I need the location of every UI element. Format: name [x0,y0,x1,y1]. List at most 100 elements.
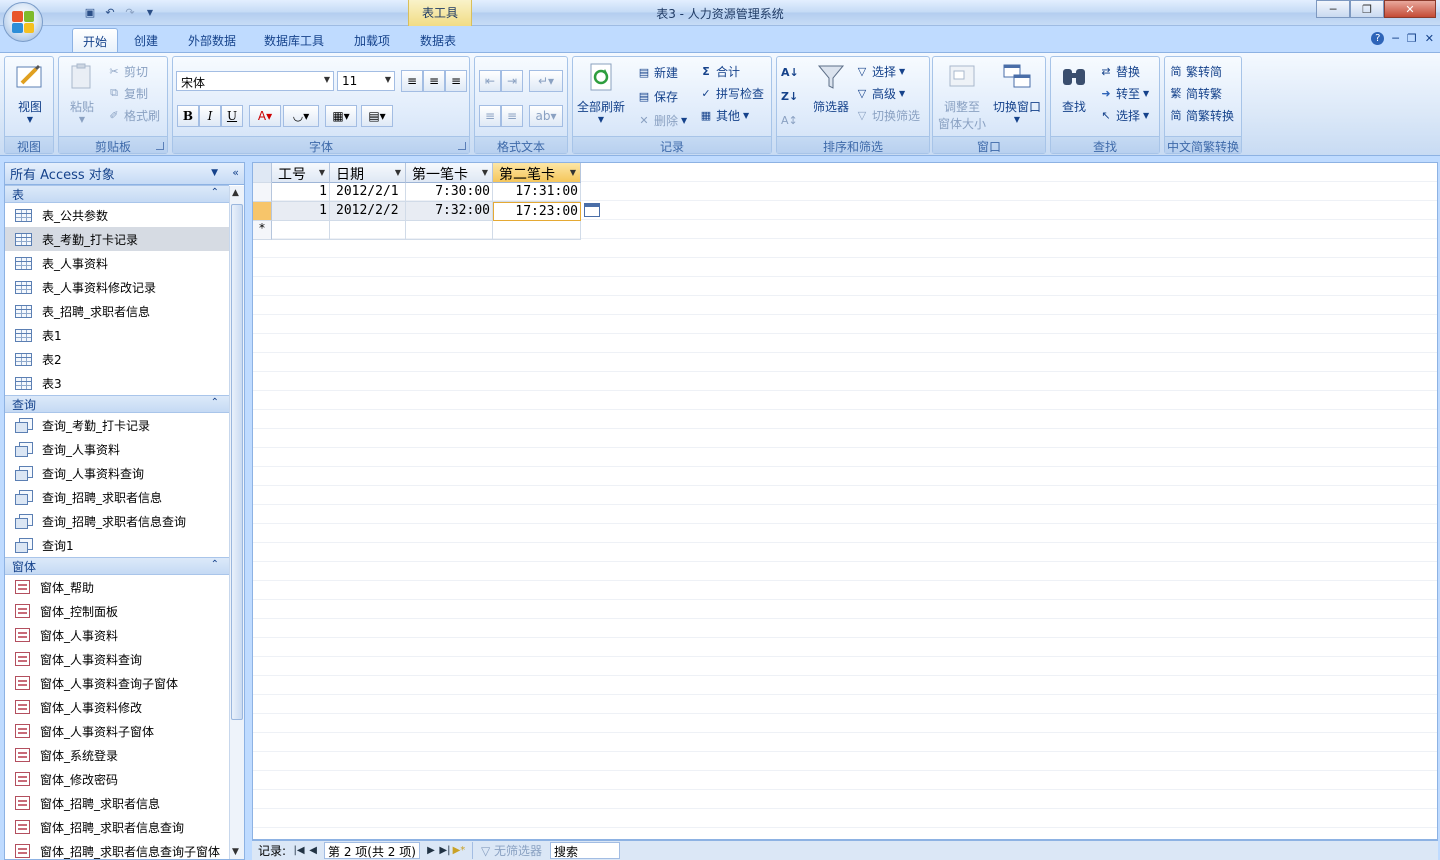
nav-item-form[interactable]: 窗体_人事资料查询 [5,647,229,671]
clipboard-launcher-icon[interactable] [156,142,164,150]
fit-to-form-button[interactable]: 调整至 窗体大小 [935,61,989,132]
paragraph-direction-button[interactable]: ↵▾ [529,70,563,92]
find-button[interactable]: 查找 [1055,61,1093,115]
convert-button[interactable]: 简简繁转换 [1169,106,1235,124]
select-all-corner[interactable] [253,163,272,183]
delete-record-button[interactable]: ✕ 删除 ▼ [637,111,687,129]
decrease-indent-button[interactable]: ⇤ [479,70,501,92]
numbering-button[interactable]: ≡ [479,105,501,127]
nav-item-query[interactable]: 查询_人事资料查询 [5,461,229,485]
sort-ascending-button[interactable]: A↓ [781,63,799,81]
font-color-button[interactable]: A▾ [249,105,281,127]
advanced-filter-button[interactable]: ▽ 高级 ▼ [855,84,905,102]
next-record-icon[interactable]: ▶ [424,845,438,856]
font-launcher-icon[interactable] [458,142,466,150]
row-selector-current[interactable] [253,202,272,221]
nav-item-table[interactable]: 表3 [5,371,229,395]
italic-button[interactable]: I [199,105,221,127]
fill-color-button[interactable]: ◡▾ [283,105,319,127]
column-header-employee-id[interactable]: 工号 ▼ [272,163,330,183]
nav-item-form[interactable]: 窗体_人事资料修改 [5,695,229,719]
nav-item-form[interactable]: 窗体_招聘_求职者信息查询 [5,815,229,839]
chevron-up-icon[interactable]: ⌃ [211,397,219,408]
scroll-down-icon[interactable]: ▼ [232,847,239,857]
cell-first-punch[interactable]: 7:30:00 [406,183,493,202]
switch-window-button[interactable]: 切换窗口 ▼ [989,61,1045,124]
chevron-down-icon[interactable]: ▼ [211,168,218,178]
new-cell[interactable] [493,221,581,240]
nav-item-query[interactable]: 查询1 [5,533,229,557]
select-button[interactable]: ↖ 选择 ▼ [1099,106,1149,124]
nav-item-table[interactable]: 表_考勤_打卡记录 [5,227,229,251]
chevron-up-icon[interactable]: ⌃ [211,559,219,570]
no-filter-indicator[interactable]: ▽ 无筛选器 [471,842,550,859]
chevron-down-icon[interactable]: ▼ [570,168,576,177]
new-record-button[interactable]: ▤ 新建 [637,63,678,81]
column-header-first-punch[interactable]: 第一笔卡 ▼ [406,163,493,183]
chevron-down-icon[interactable]: ▼ [395,168,401,177]
nav-item-form[interactable]: 窗体_控制面板 [5,599,229,623]
ribbon-minimize-icon[interactable]: ─ [1392,32,1399,45]
nav-section-query[interactable]: 查询 ⌃ [5,395,229,413]
underline-button[interactable]: U [221,105,243,127]
cut-button[interactable]: ✂ 剪切 [107,62,148,80]
totals-button[interactable]: Σ 合计 [699,62,740,80]
chevron-up-icon[interactable]: ⌃ [211,187,219,198]
previous-record-icon[interactable]: ◀ [306,845,320,856]
gridlines-button[interactable]: ▦▾ [325,105,357,127]
align-center-button[interactable]: ≡ [423,70,445,92]
more-button[interactable]: ▦ 其他 ▼ [699,106,749,124]
font-size-combo[interactable]: 11 ▼ [337,71,395,91]
cell-employee-id[interactable]: 1 [272,183,330,202]
align-left-button[interactable]: ≡ [401,70,423,92]
new-cell[interactable] [330,221,406,240]
row-selector[interactable] [253,183,272,202]
save-record-button[interactable]: ▤ 保存 [637,87,678,105]
nav-pane-header[interactable]: 所有 Access 对象 ▼ « [5,163,244,185]
nav-item-form[interactable]: 窗体_人事资料查询子窗体 [5,671,229,695]
tab-external-data[interactable]: 外部数据 [178,28,246,52]
new-cell[interactable] [272,221,330,240]
tab-datasheet[interactable]: 数据表 [410,28,466,52]
column-header-date[interactable]: 日期 ▼ [330,163,406,183]
date-picker-icon[interactable] [584,203,600,217]
cell-date[interactable]: 2012/2/2 [330,202,406,221]
paste-button[interactable]: 粘贴 ▼ [63,61,101,124]
bullets-button[interactable]: ≡ [501,105,523,127]
nav-item-query[interactable]: 查询_招聘_求职者信息 [5,485,229,509]
close-button[interactable]: ✕ [1384,0,1436,18]
chevron-down-icon[interactable]: ▼ [319,168,325,177]
nav-item-table[interactable]: 表2 [5,347,229,371]
minimize-button[interactable]: ─ [1316,0,1350,18]
nav-item-table[interactable]: 表_招聘_求职者信息 [5,299,229,323]
view-button[interactable]: 视图 ▼ [11,61,49,124]
first-record-icon[interactable]: |◀ [292,845,306,856]
scroll-up-icon[interactable]: ▲ [232,188,239,198]
cell-date[interactable]: 2012/2/1 [330,183,406,202]
help-icon[interactable]: ? [1371,32,1385,45]
spelling-button[interactable]: ✓ 拼写检查 [699,84,764,102]
nav-item-form[interactable]: 窗体_修改密码 [5,767,229,791]
office-button[interactable] [3,2,43,42]
trad-to-simp-button[interactable]: 简繁转简 [1169,62,1223,80]
alternate-fill-button[interactable]: ▤▾ [361,105,393,127]
nav-item-table[interactable]: 表_公共参数 [5,203,229,227]
format-painter-button[interactable]: ✐ 格式刷 [107,106,160,124]
nav-scrollbar[interactable]: ▲ ▼ [229,186,244,859]
new-row-selector[interactable]: * [253,221,272,240]
replace-button[interactable]: ⇄ 替换 [1099,62,1140,80]
selection-filter-button[interactable]: ▽ 选择 ▼ [855,62,905,80]
bold-button[interactable]: B [177,105,199,127]
cell-first-punch[interactable]: 7:32:00 [406,202,493,221]
nav-item-query[interactable]: 查询_考勤_打卡记录 [5,413,229,437]
nav-item-query[interactable]: 查询_招聘_求职者信息查询 [5,509,229,533]
nav-item-form[interactable]: 窗体_招聘_求职者信息 [5,791,229,815]
cell-second-punch-editing[interactable]: 17:23:00 [493,202,581,221]
nav-item-form[interactable]: 窗体_帮助 [5,575,229,599]
filter-button[interactable]: 筛选器 [807,61,855,115]
tab-add-ins[interactable]: 加载项 [344,28,400,52]
nav-section-table[interactable]: 表 ⌃ [5,185,229,203]
nav-section-form[interactable]: 窗体 ⌃ [5,557,229,575]
tab-home[interactable]: 开始 [72,28,119,53]
toggle-filter-button[interactable]: ▽ 切换筛选 [855,106,920,124]
